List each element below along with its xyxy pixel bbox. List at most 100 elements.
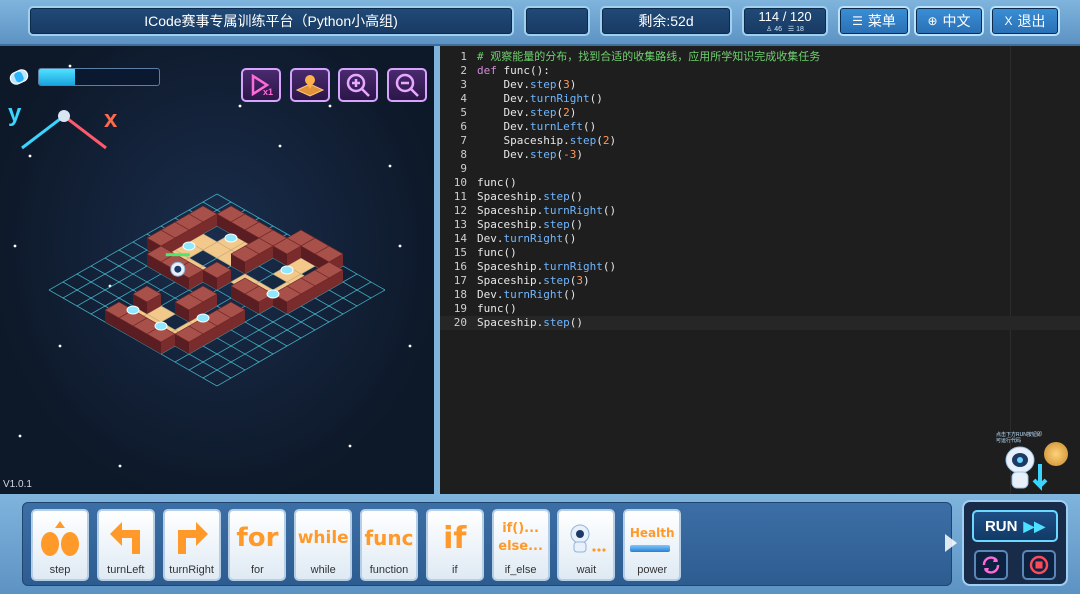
star bbox=[18, 434, 22, 438]
code-line[interactable]: 18 Dev.turnRight() bbox=[440, 288, 1080, 302]
block-function[interactable]: func function bbox=[360, 509, 418, 581]
code-token: step bbox=[569, 134, 597, 147]
block-function-graphic: func bbox=[362, 515, 416, 561]
line-text: Spaceship.step() bbox=[477, 190, 583, 204]
energy-crystal bbox=[196, 313, 210, 323]
exit-button[interactable]: Χ 退出 bbox=[990, 6, 1060, 36]
line-text: Spaceship.step() bbox=[477, 316, 583, 330]
star bbox=[328, 104, 332, 108]
line-text: func() bbox=[477, 246, 517, 260]
line-text: Dev.step(-3) bbox=[477, 148, 583, 162]
code-line[interactable]: 13 Spaceship.step() bbox=[440, 218, 1080, 232]
code-line[interactable]: 10 func() bbox=[440, 176, 1080, 190]
code-token: turnRight bbox=[529, 92, 590, 105]
run-panel: RUN ▶▶ bbox=[962, 500, 1068, 586]
star bbox=[348, 444, 352, 448]
code-token: () bbox=[569, 218, 583, 231]
code-editor[interactable]: 1 # 观察能量的分布，找到合适的收集路线，应用所学知识完成收集任务 2 def fu… bbox=[440, 46, 1080, 494]
code-token: () bbox=[563, 232, 577, 245]
blank-panel bbox=[524, 6, 590, 36]
block-label: step bbox=[49, 564, 71, 576]
code-line[interactable]: 11 Spaceship.step() bbox=[440, 190, 1080, 204]
zoom-in-button[interactable] bbox=[338, 68, 378, 102]
block-step[interactable]: step bbox=[31, 509, 89, 581]
star bbox=[278, 144, 282, 148]
block-turnLeft[interactable]: turnLeft bbox=[96, 509, 155, 581]
code-line[interactable]: 15 func() bbox=[440, 246, 1080, 260]
code-token: Dev. bbox=[477, 92, 530, 105]
code-line[interactable]: 6 Dev.turnLeft() bbox=[440, 120, 1080, 134]
code-line[interactable]: 1 # 观察能量的分布，找到合适的收集路线，应用所学知识完成收集任务 bbox=[440, 50, 1080, 64]
block-turnRight[interactable]: turnRight bbox=[162, 509, 221, 581]
line-number: 14 bbox=[453, 232, 467, 245]
block-if-else[interactable]: if()... else... if_else bbox=[491, 509, 550, 581]
energy-crystal bbox=[154, 321, 168, 331]
block-while-graphic: while bbox=[296, 515, 350, 561]
platform-title: ICode赛事专属训练平台（Python小高组) bbox=[28, 6, 514, 36]
block-if[interactable]: if if bbox=[425, 509, 484, 581]
block-label: turnLeft bbox=[107, 564, 145, 576]
run-button[interactable]: RUN ▶▶ bbox=[972, 510, 1058, 542]
star bbox=[398, 244, 402, 248]
block-wait[interactable]: wait bbox=[557, 509, 616, 581]
star bbox=[58, 344, 62, 348]
bell-icon[interactable] bbox=[1044, 442, 1068, 466]
line-number: 5 bbox=[460, 106, 467, 119]
block-while[interactable]: while while bbox=[294, 509, 353, 581]
globe-icon: ⊕ bbox=[927, 14, 938, 28]
star bbox=[238, 104, 242, 108]
block-keyword: Health bbox=[629, 526, 675, 540]
zoom-out-button[interactable] bbox=[387, 68, 427, 102]
code-token: 3 bbox=[576, 274, 583, 287]
block-label: while bbox=[310, 564, 336, 576]
code-line[interactable]: 8 Dev.step(-3) bbox=[440, 148, 1080, 162]
code-token: step bbox=[543, 274, 570, 287]
code-line[interactable]: 2 def func(): bbox=[440, 64, 1080, 78]
code-line[interactable]: 16 Spaceship.turnRight() bbox=[440, 260, 1080, 274]
block-for[interactable]: for for bbox=[228, 509, 287, 581]
block-power[interactable]: Health power bbox=[623, 509, 682, 581]
code-token: Dev. bbox=[477, 106, 530, 119]
stop-button[interactable] bbox=[1022, 550, 1056, 580]
block-if-else-graphic: if()... else... bbox=[494, 515, 548, 561]
code-token: ) bbox=[582, 274, 590, 287]
code-line[interactable]: 19 func() bbox=[440, 302, 1080, 316]
code-token: func() bbox=[477, 176, 517, 189]
code-line[interactable]: 4 Dev.turnRight() bbox=[440, 92, 1080, 106]
line-number: 4 bbox=[460, 92, 467, 105]
block-label: for bbox=[250, 564, 264, 576]
code-line[interactable]: 17 Spaceship.step(3) bbox=[440, 274, 1080, 288]
play-speed-button[interactable]: x1 bbox=[241, 68, 281, 102]
code-line[interactable]: 20 Spaceship.step() bbox=[440, 316, 1080, 330]
game-scene bbox=[13, 64, 422, 468]
reset-button[interactable] bbox=[974, 550, 1008, 580]
line-number: 8 bbox=[460, 148, 467, 161]
code-token: turnRight bbox=[543, 260, 603, 273]
stat-a-icon: ♙ bbox=[766, 25, 773, 33]
code-line[interactable]: 12 Spaceship.turnRight() bbox=[440, 204, 1080, 218]
map-button[interactable] bbox=[290, 68, 330, 102]
code-line[interactable]: 5 Dev.step(2) bbox=[440, 106, 1080, 120]
menu-button[interactable]: ☰ 菜单 bbox=[838, 6, 910, 36]
code-line[interactable]: 9 bbox=[440, 162, 1080, 176]
code-token: ) bbox=[576, 148, 583, 161]
zoom-in-icon bbox=[346, 73, 370, 97]
line-text: Dev.turnLeft() bbox=[477, 120, 596, 134]
line-number: 10 bbox=[453, 176, 467, 189]
code-line[interactable]: 14 Dev.turnRight() bbox=[440, 232, 1080, 246]
time-left: 剩余:52d bbox=[600, 6, 732, 36]
code-token: step bbox=[529, 148, 557, 161]
block-keyword: for bbox=[236, 523, 279, 553]
line-number: 2 bbox=[460, 64, 467, 77]
code-line[interactable]: 7 Spaceship.step(2) bbox=[440, 134, 1080, 148]
line-text: func() bbox=[477, 302, 517, 316]
code-token: Spaceship. bbox=[477, 190, 544, 203]
block-for-graphic: for bbox=[230, 515, 284, 561]
top-bar: ICode赛事专属训练平台（Python小高组) 剩余:52d 114 / 12… bbox=[0, 0, 1080, 46]
language-button[interactable]: ⊕ 中文 bbox=[914, 6, 984, 36]
star bbox=[388, 164, 392, 168]
code-line[interactable]: 3 Dev.step(3) bbox=[440, 78, 1080, 92]
line-number: 18 bbox=[453, 288, 467, 301]
palette-next-icon[interactable] bbox=[945, 534, 957, 552]
game-view[interactable]: x1 y x V1.0.1 bbox=[0, 46, 434, 494]
